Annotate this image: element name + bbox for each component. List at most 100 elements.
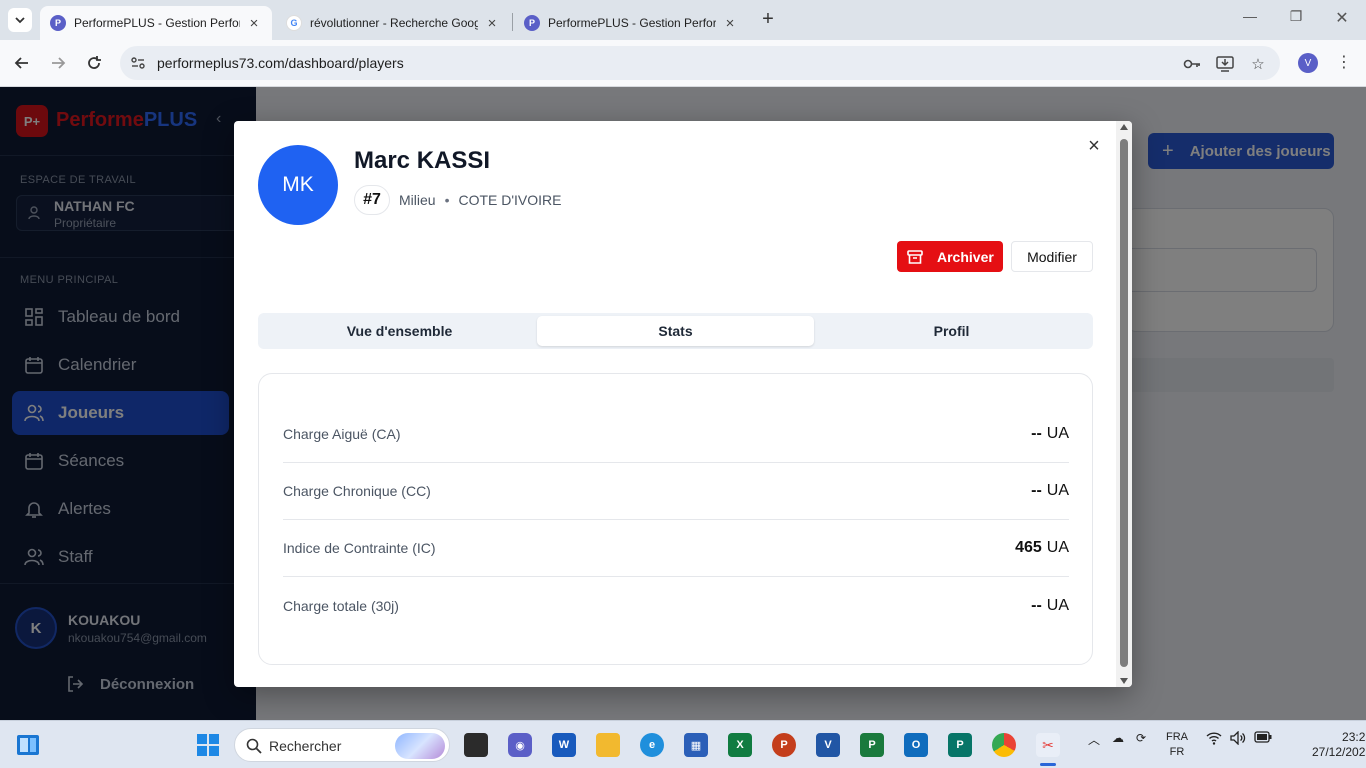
tab-stats[interactable]: Stats (537, 316, 814, 346)
show-hidden-icons[interactable]: ︿ (1088, 731, 1100, 748)
stat-label: Indice de Contrainte (IC) (283, 540, 436, 556)
taskbar-search-box[interactable]: Rechercher (234, 728, 450, 762)
close-tab-icon[interactable]: × (722, 15, 738, 32)
search-placeholder: Rechercher (269, 738, 342, 754)
close-window-button[interactable]: ✕ (1330, 8, 1354, 28)
tab-search-button[interactable] (8, 8, 32, 32)
snipping-tool-icon[interactable]: ✂ (1036, 733, 1060, 757)
clock-time: 23:25 (1342, 730, 1366, 744)
publisher-icon[interactable]: P (948, 733, 972, 757)
player-position: Milieu (399, 192, 436, 208)
word-icon[interactable]: W (552, 733, 576, 757)
tab-separator (512, 13, 513, 31)
tab-title: PerformePLUS - Gestion Performance (74, 16, 240, 30)
powerpoint-icon[interactable]: P (772, 733, 796, 757)
player-tabs: Vue d'ensemble Stats Profil (258, 313, 1093, 349)
file-explorer-icon[interactable] (596, 733, 620, 757)
back-button[interactable] (10, 51, 34, 75)
input-language[interactable]: FRA FR (1166, 730, 1188, 760)
browser-tab-2[interactable]: G révolutionner - Recherche Google × (276, 6, 510, 40)
teams-meet-icon[interactable]: ◉ (508, 733, 532, 757)
stat-label: Charge Aiguë (CA) (283, 426, 401, 442)
profile-avatar[interactable]: V (1298, 53, 1318, 73)
tab-profile[interactable]: Profil (813, 316, 1090, 346)
player-country: COTE D'IVOIRE (458, 192, 562, 208)
browser-toolbar: performeplus73.com/dashboard/players ☆ V… (0, 40, 1366, 87)
stat-row-acute-load: Charge Aiguë (CA) -- UA (283, 406, 1069, 463)
stat-value: 465 UA (1015, 539, 1069, 557)
start-windows-icon[interactable] (196, 733, 220, 757)
address-bar[interactable]: performeplus73.com/dashboard/players ☆ (120, 46, 1280, 80)
onedrive-icon[interactable]: ☁ (1112, 731, 1124, 745)
arrow-left-icon (14, 57, 28, 69)
volume-icon[interactable] (1230, 730, 1246, 748)
project-icon[interactable]: P (860, 733, 884, 757)
player-meta: #7 Milieu • COTE D'IVOIRE (354, 185, 562, 215)
edge-icon[interactable]: e (640, 733, 664, 757)
player-avatar: MK (258, 145, 338, 225)
close-tab-icon[interactable]: × (484, 15, 500, 32)
site-info-icon[interactable] (130, 55, 146, 71)
separator-dot: • (444, 192, 450, 208)
browser-tab-1[interactable]: P PerformePLUS - Gestion Performance × (40, 6, 272, 40)
reload-button[interactable] (82, 51, 106, 75)
keyboard-code: FR (1169, 746, 1185, 758)
bookmark-star-icon[interactable]: ☆ (1248, 55, 1268, 73)
url-text[interactable]: performeplus73.com/dashboard/players (157, 55, 404, 71)
search-highlight-image (395, 733, 445, 759)
install-app-icon[interactable] (1215, 55, 1235, 73)
google-favicon-icon: G (286, 15, 302, 31)
modal-scrollbar[interactable] (1116, 121, 1132, 687)
reload-icon (88, 56, 101, 69)
scrollbar-thumb[interactable] (1120, 139, 1128, 667)
scroll-down-arrow-icon[interactable] (1120, 678, 1128, 684)
stat-row-total-load: Charge totale (30j) -- UA (283, 577, 1069, 634)
system-clock[interactable]: 23:2527/12/2025 (1312, 730, 1366, 760)
chrome-icon[interactable] (992, 733, 1016, 757)
outlook-icon[interactable]: O (904, 733, 928, 757)
stat-number: 465 (1015, 539, 1042, 556)
arrow-right-icon (52, 57, 66, 69)
password-key-icon[interactable] (1182, 55, 1202, 73)
browser-tab-3[interactable]: P PerformePLUS - Gestion Performance × (514, 6, 748, 40)
stat-unit: UA (1046, 539, 1069, 556)
close-modal-button[interactable]: × (1084, 135, 1104, 158)
menu-kebab-icon[interactable]: ⋮ (1336, 52, 1352, 72)
task-view-icon[interactable] (464, 733, 488, 757)
stat-label: Charge totale (30j) (283, 597, 399, 614)
stat-value: -- UA (1031, 597, 1069, 615)
windows-taskbar: Rechercher ◉ W e ▦ X P V P O P ✂ ︿ ☁ ⟳ F… (0, 720, 1366, 768)
stat-value: -- UA (1031, 425, 1069, 443)
stat-number: -- (1031, 482, 1042, 499)
battery-icon[interactable] (1254, 731, 1272, 746)
store-icon[interactable]: ▦ (684, 733, 708, 757)
tab-overview[interactable]: Vue d'ensemble (261, 316, 538, 346)
stat-number: -- (1031, 425, 1042, 442)
archive-icon (907, 249, 923, 264)
new-tab-button[interactable]: + (756, 8, 780, 32)
scroll-up-arrow-icon[interactable] (1120, 124, 1128, 130)
active-app-indicator (1040, 763, 1056, 766)
tab-title: révolutionner - Recherche Google (310, 16, 478, 30)
close-tab-icon[interactable]: × (246, 15, 262, 32)
clock-date: 27/12/2025 (1312, 745, 1366, 759)
stat-label: Charge Chronique (CC) (283, 483, 431, 499)
visio-icon[interactable]: V (816, 733, 840, 757)
minimize-button[interactable]: — (1238, 8, 1262, 24)
archive-button[interactable]: Archiver (897, 241, 1003, 272)
sync-icon[interactable]: ⟳ (1136, 731, 1146, 745)
chevron-down-icon (15, 17, 25, 24)
performeplus-favicon-icon: P (50, 15, 66, 31)
edit-button[interactable]: Modifier (1011, 241, 1093, 272)
forward-button[interactable] (46, 51, 70, 75)
performeplus-favicon-icon: P (524, 15, 540, 31)
widgets-icon[interactable] (16, 733, 40, 757)
stats-card: Charge Aiguë (CA) -- UA Charge Chronique … (258, 373, 1093, 665)
restore-button[interactable]: ❐ (1284, 8, 1308, 25)
stat-unit: UA (1046, 596, 1069, 614)
stat-unit: UA (1046, 482, 1069, 499)
wifi-icon[interactable] (1206, 731, 1222, 748)
player-name: Marc KASSI (354, 147, 491, 174)
player-modal: MK Marc KASSI #7 Milieu • COTE D'IVOIRE … (234, 121, 1132, 687)
excel-icon[interactable]: X (728, 733, 752, 757)
